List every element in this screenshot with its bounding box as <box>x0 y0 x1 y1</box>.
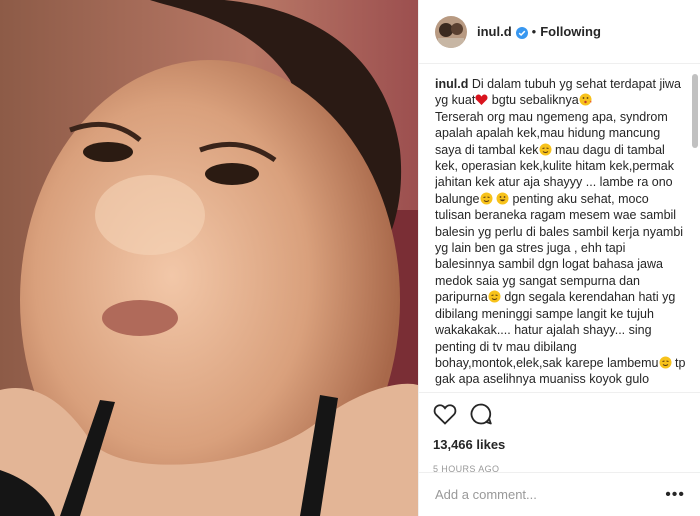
scrollbar-thumb[interactable] <box>692 74 698 148</box>
caption-line: penting aku sehat, moco <box>512 191 649 206</box>
caption-line: balesin yg perlu di bales sambil kerja <box>435 224 640 239</box>
comment-bar: Add a comment... ••• <box>419 472 700 516</box>
caption: inul.d Di dalam tubuh yg sehat terdapat … <box>435 76 687 388</box>
grinning-face-emoji-icon <box>496 192 509 205</box>
caption-username[interactable]: inul.d <box>435 77 468 91</box>
action-icons <box>433 401 687 431</box>
kissing-face-emoji-icon <box>579 93 592 106</box>
caption-line: dibilang meninggi sampe langit ke tujuh <box>435 306 654 321</box>
caption-line: wakakakak.... hatur ajalah shayy... sing <box>435 323 652 338</box>
heart-icon[interactable] <box>433 403 457 430</box>
caption-line: Terserah org mau ngemeng apa, syndrom <box>435 109 668 124</box>
caption-line: bgtu sebaliknya <box>491 93 579 108</box>
post-side-panel: inul.d • Following inul.d Di dalam tubuh… <box>418 0 700 516</box>
face-emoji-icon <box>659 356 672 369</box>
separator-dot: • <box>531 24 537 39</box>
caption-line: balunge <box>435 191 480 206</box>
caption-line: dgn segala kerendahan hati yg <box>504 290 676 305</box>
verified-badge-icon <box>515 26 528 39</box>
post-header: inul.d • Following <box>419 0 700 64</box>
caption-line: balesinnya sambil dgn logat bahasa jawa <box>435 257 663 272</box>
more-options-icon[interactable]: ••• <box>665 486 685 504</box>
face-emoji-icon <box>488 290 501 303</box>
comment-icon[interactable] <box>469 402 493 431</box>
caption-line: paripurna <box>435 290 488 305</box>
caption-line: tulisan beraneka ragam mesem wae sambil <box>435 208 677 223</box>
caption-line: jahitan kek atur aja shayyy ... lambe ra… <box>435 175 673 190</box>
caption-line: saya di tambal kek <box>435 142 539 157</box>
caption-line: bohay,montok,elek,sak karepe lambemu <box>435 355 659 370</box>
post-photo[interactable]: ગ <box>0 0 418 516</box>
caption-line: kek, operasian kek,kulite hitam kek,perm… <box>435 159 674 174</box>
caption-line: apalah apalah kek,mau hidung mancung <box>435 126 661 141</box>
caption-line: medok saia yg sangat sempurna dan <box>435 273 640 288</box>
red-heart-emoji-icon <box>475 93 488 106</box>
post-actions: 13,466 likes 5 HOURS AGO <box>419 392 700 474</box>
face-emoji-icon <box>539 143 552 156</box>
caption-line: mau dagu di tambal <box>555 142 665 157</box>
comment-input[interactable]: Add a comment... <box>435 487 665 502</box>
caption-scrollbar[interactable] <box>692 70 698 390</box>
header-username[interactable]: inul.d <box>477 24 512 39</box>
photo-image: ગ <box>0 0 418 516</box>
face-emoji-icon <box>480 192 493 205</box>
like-count[interactable]: 13,466 likes <box>433 437 687 452</box>
avatar[interactable] <box>435 15 467 48</box>
caption-line: penting di tv mau dibilang <box>435 339 577 354</box>
following-button[interactable]: Following <box>540 24 601 39</box>
caption-line: Di dalam tubuh yg sehat terdapat <box>471 77 656 91</box>
